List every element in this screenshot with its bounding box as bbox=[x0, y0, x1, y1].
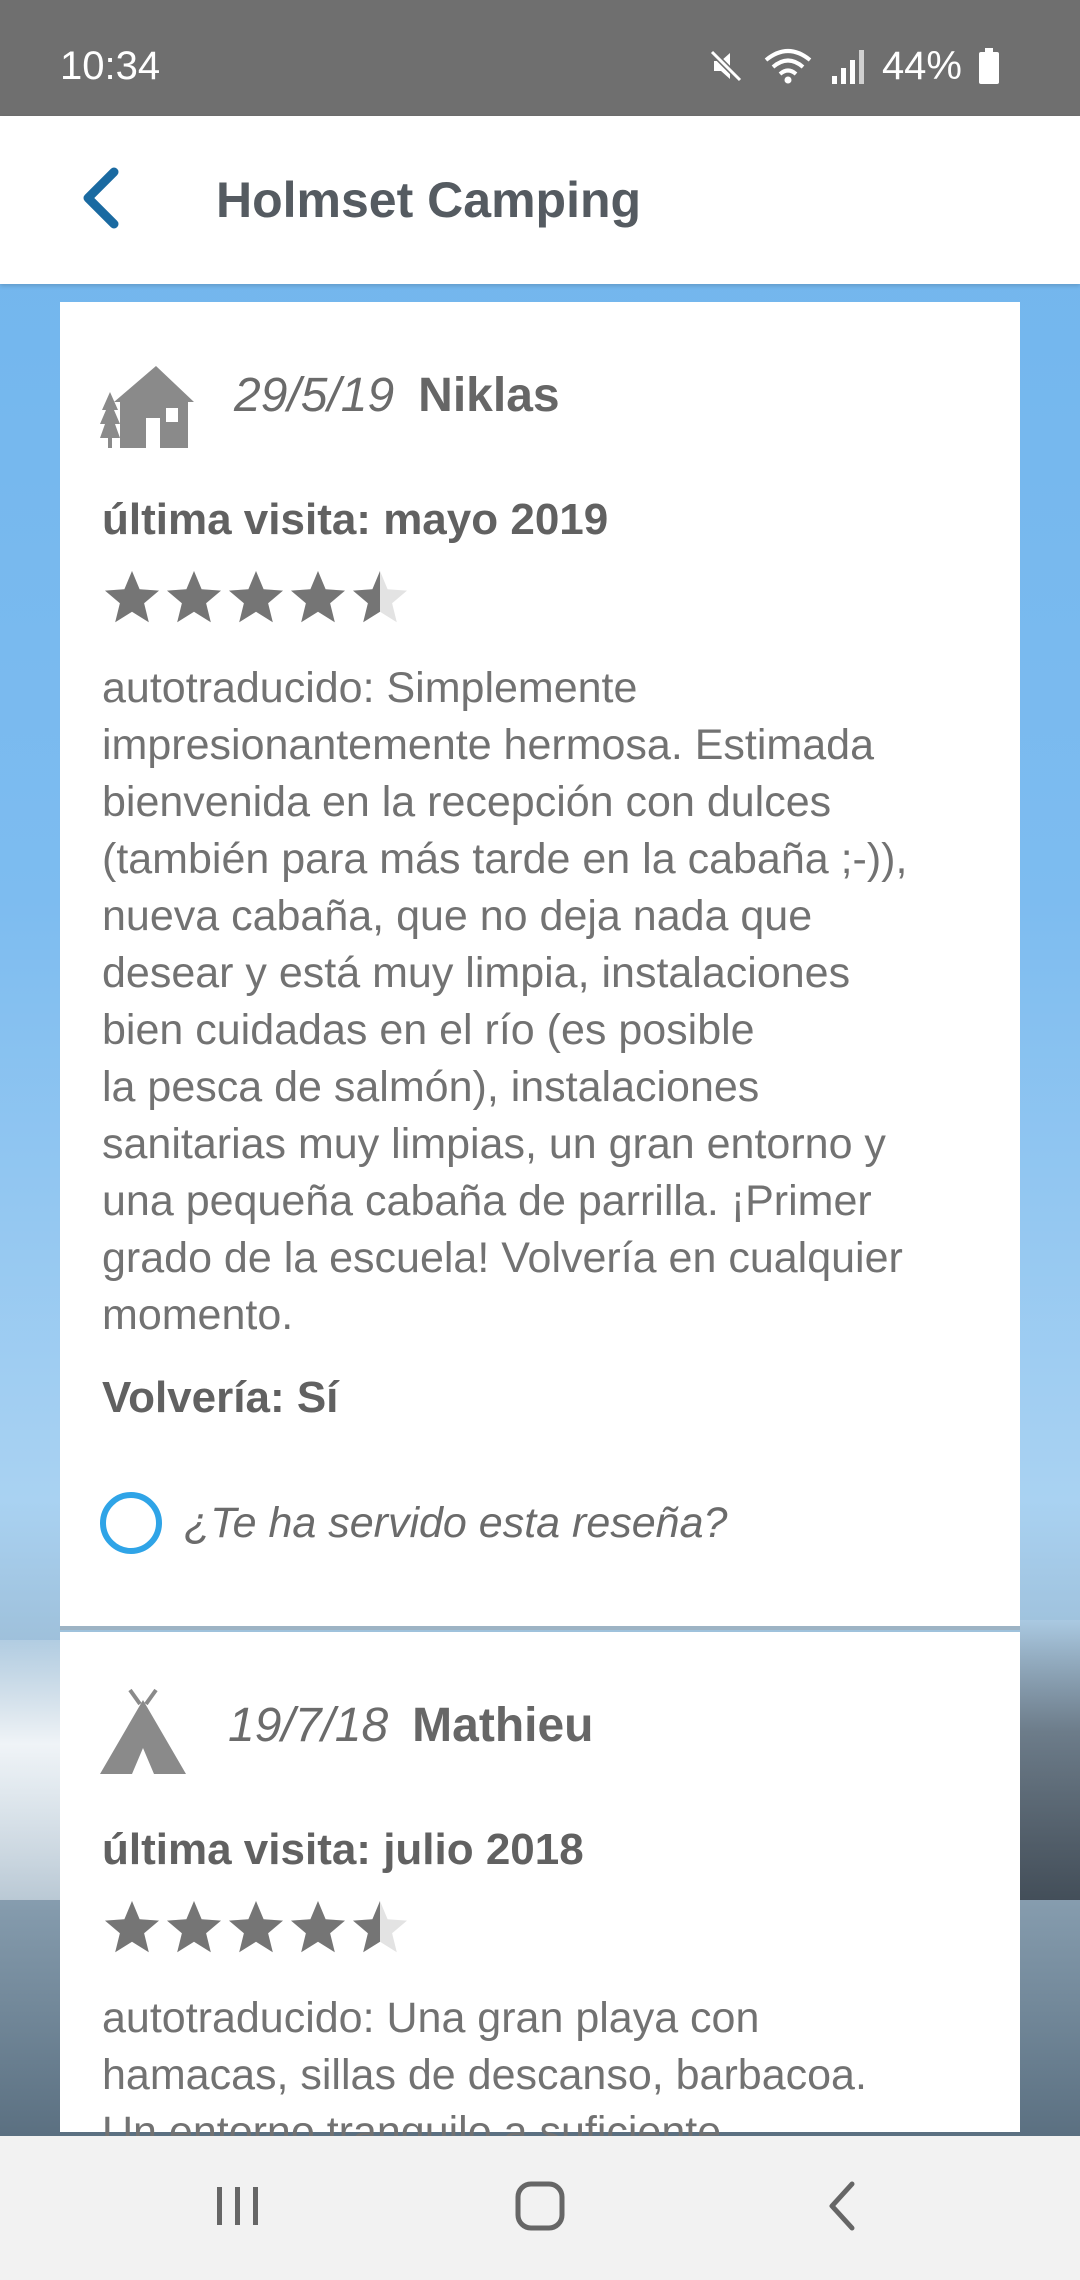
status-time: 10:34 bbox=[60, 44, 161, 88]
background-mountain-right bbox=[1020, 1620, 1080, 1900]
star-icon bbox=[167, 1901, 221, 1953]
star-icon bbox=[353, 571, 407, 623]
star-rating bbox=[102, 568, 410, 628]
review-text: autotraducido: Simplemente impresionante… bbox=[102, 664, 908, 1339]
review-author: Mathieu bbox=[412, 1699, 594, 1752]
last-visit: última visita: mayo 2019 bbox=[102, 495, 609, 544]
review-date: 29/5/19 bbox=[234, 369, 395, 422]
status-bar: 10:34 44% bbox=[0, 0, 1080, 116]
star-icon bbox=[291, 1901, 345, 1953]
cabin-icon bbox=[100, 360, 194, 455]
back-icon bbox=[824, 2180, 860, 2237]
star-icon bbox=[291, 571, 345, 623]
helpful-toggle[interactable]: ¿Te ha servido esta reseña? bbox=[100, 1492, 727, 1554]
star-icon bbox=[353, 1901, 407, 1953]
tent-icon bbox=[100, 1688, 186, 1779]
review-author: Niklas bbox=[418, 369, 560, 422]
navigation-bar bbox=[0, 2136, 1080, 2280]
system-back-button[interactable] bbox=[802, 2172, 882, 2244]
star-rating bbox=[102, 1898, 410, 1958]
star-icon bbox=[105, 1901, 159, 1953]
chevron-left-icon bbox=[78, 166, 122, 235]
mute-icon bbox=[706, 46, 746, 86]
home-button[interactable] bbox=[500, 2172, 580, 2244]
review-card: 19/7/18 Mathieu última visita: julio 2018… bbox=[60, 1632, 1020, 2156]
signal-icon bbox=[830, 46, 866, 86]
recent-apps-button[interactable] bbox=[198, 2172, 278, 2244]
review-header: 19/7/18 Mathieu bbox=[228, 1698, 594, 1754]
helpful-radio-button[interactable] bbox=[100, 1492, 162, 1554]
page-title: Holmset Camping bbox=[216, 172, 642, 228]
wifi-icon bbox=[762, 46, 814, 86]
app-bar: Holmset Camping bbox=[0, 116, 1080, 284]
review-card: 29/5/19 Niklas última visita: mayo 2019 a… bbox=[60, 302, 1020, 1630]
home-icon bbox=[514, 2180, 566, 2237]
helpful-prompt: ¿Te ha servido esta reseña? bbox=[184, 1499, 728, 1547]
review-header: 29/5/19 Niklas bbox=[234, 368, 560, 424]
back-button[interactable] bbox=[60, 158, 140, 242]
battery-icon bbox=[978, 46, 1000, 86]
star-icon bbox=[229, 1901, 283, 1953]
star-icon bbox=[167, 571, 221, 623]
would-return: Volvería: Sí bbox=[102, 1373, 339, 1422]
star-icon bbox=[229, 571, 283, 623]
recent-apps-icon bbox=[213, 2183, 263, 2234]
review-date: 19/7/18 bbox=[228, 1699, 389, 1752]
battery-percent: 44% bbox=[881, 44, 962, 88]
last-visit: última visita: julio 2018 bbox=[102, 1825, 584, 1874]
background-clouds-left bbox=[0, 1640, 60, 1900]
star-icon bbox=[105, 571, 159, 623]
status-icons: 44% bbox=[706, 44, 1000, 88]
